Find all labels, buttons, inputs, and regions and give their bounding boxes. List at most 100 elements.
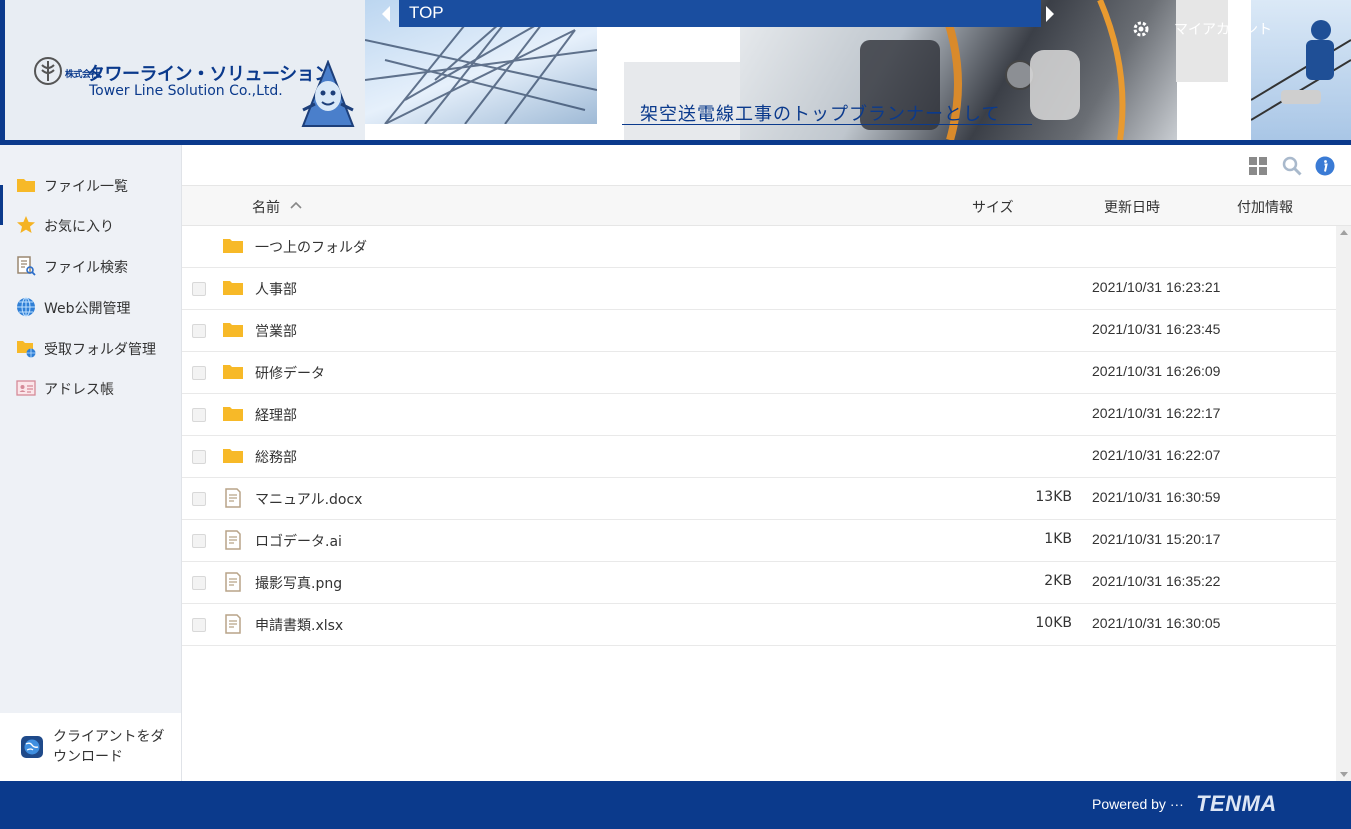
header-photo-grey-right — [1176, 0, 1228, 82]
sidebar-item-label: 受取フォルダ管理 — [44, 342, 156, 358]
sidebar-item-web-publish[interactable]: Web公開管理 — [0, 287, 181, 327]
file-date: 2021/10/31 16:23:45 — [1092, 321, 1221, 337]
file-date: 2021/10/31 16:23:21 — [1092, 279, 1221, 295]
file-size: 13KB — [1035, 489, 1072, 505]
info-icon[interactable] — [1315, 156, 1335, 176]
gear-icon[interactable] — [1132, 20, 1150, 38]
row-checkbox[interactable] — [192, 450, 206, 464]
sidebar-item-label: ファイル一覧 — [44, 179, 128, 195]
folder-icon — [17, 179, 35, 192]
grid-view-icon[interactable] — [1248, 156, 1268, 176]
toolbar — [182, 145, 1351, 186]
table-row[interactable]: 申請書類.xlsx 10KB 2021/10/31 16:30:05 — [182, 604, 1336, 646]
tenma-logo[interactable]: TENMA — [1196, 791, 1277, 817]
tagline-underline — [622, 124, 1032, 125]
row-checkbox[interactable] — [192, 534, 206, 548]
client-download-button[interactable]: クライアントをダウンロード — [0, 713, 181, 781]
file-date: 2021/10/31 16:22:17 — [1092, 405, 1221, 421]
sidebar-item-file-list[interactable]: ファイル一覧 — [0, 165, 181, 225]
file-size: 1KB — [1044, 531, 1072, 547]
row-checkbox[interactable] — [192, 324, 206, 338]
breadcrumb-forward-icon[interactable] — [1045, 5, 1059, 23]
folder-icon — [223, 323, 243, 337]
sidebar-item-file-search[interactable]: ファイル検索 — [0, 246, 181, 286]
file-name: 申請書類.xlsx — [255, 618, 344, 634]
column-header: 名前 サイズ 更新日時 付加情報 — [182, 186, 1351, 226]
vertical-scrollbar[interactable] — [1336, 226, 1351, 781]
folder-icon — [223, 365, 243, 379]
row-checkbox[interactable] — [192, 618, 206, 632]
column-date[interactable]: 更新日時 — [1104, 197, 1160, 217]
column-name[interactable]: 名前 — [252, 197, 280, 217]
globe-icon — [17, 297, 35, 317]
file-date: 2021/10/31 16:30:05 — [1092, 615, 1221, 631]
client-download-icon — [21, 736, 43, 758]
footer: Powered by ··· TENMA — [0, 781, 1351, 829]
file-name: 人事部 — [255, 282, 297, 298]
file-list: 一つ上のフォルダ 人事部 2021/10/31 16:23:21 営業部 202… — [182, 226, 1336, 781]
column-extra-info[interactable]: 付加情報 — [1237, 197, 1293, 217]
sidebar-item-label: Web公開管理 — [44, 301, 131, 317]
sidebar-item-address-book[interactable]: アドレス帳 — [0, 368, 181, 408]
file-name: 総務部 — [255, 450, 297, 466]
file-name: 研修データ — [255, 366, 325, 382]
search-icon[interactable] — [1282, 156, 1302, 176]
header-tagline: 架空送電線工事のトップブランナーとして — [640, 104, 1001, 125]
row-checkbox[interactable] — [192, 366, 206, 380]
table-row[interactable]: 営業部 2021/10/31 16:23:45 — [182, 310, 1336, 352]
sidebar-item-label: ファイル検索 — [44, 260, 128, 276]
sidebar-item-favorites[interactable]: お気に入り — [0, 205, 181, 245]
folder-icon — [223, 239, 243, 253]
table-row[interactable]: 研修データ 2021/10/31 16:26:09 — [182, 352, 1336, 394]
file-date: 2021/10/31 16:30:59 — [1092, 489, 1221, 505]
sort-ascending-icon[interactable] — [290, 199, 302, 211]
scroll-down-arrow-icon[interactable] — [1340, 772, 1348, 777]
folder-icon — [223, 449, 243, 463]
folder-globe-icon — [17, 341, 36, 358]
breadcrumb-title[interactable]: TOP — [409, 3, 444, 23]
logo-area[interactable]: 株式会社タワーライン・ソリューション Tower Line Solution C… — [5, 0, 365, 140]
row-checkbox[interactable] — [192, 576, 206, 590]
table-row[interactable]: 経理部 2021/10/31 16:22:17 — [182, 394, 1336, 436]
breadcrumb-bar[interactable]: TOP — [399, 0, 1041, 27]
main-content: 名前 サイズ 更新日時 付加情報 一つ上のフォルダ 人事部 2021/10/31… — [182, 145, 1351, 781]
mascot-icon — [301, 60, 355, 127]
breadcrumb-back-icon[interactable] — [381, 5, 395, 23]
sidebar: ファイル一覧 お気に入り ファイル検索 Web公開管理 受取フォルダ管理 アドレ… — [0, 145, 182, 781]
file-date: 2021/10/31 16:22:07 — [1092, 447, 1221, 463]
company-logo-icon — [34, 57, 62, 85]
row-checkbox[interactable] — [192, 408, 206, 422]
header: 株式会社タワーライン・ソリューション Tower Line Solution C… — [0, 0, 1351, 145]
document-icon — [225, 572, 241, 592]
file-date: 2021/10/31 16:26:09 — [1092, 363, 1221, 379]
document-icon — [225, 614, 241, 634]
file-size: 2KB — [1044, 573, 1072, 589]
table-row[interactable]: 撮影写真.png 2KB 2021/10/31 16:35:22 — [182, 562, 1336, 604]
table-row[interactable]: ロゴデータ.ai 1KB 2021/10/31 15:20:17 — [182, 520, 1336, 562]
row-checkbox[interactable] — [192, 282, 206, 296]
table-row[interactable]: 総務部 2021/10/31 16:22:07 — [182, 436, 1336, 478]
sidebar-item-label: お気に入り — [44, 219, 114, 235]
file-name: 経理部 — [255, 408, 297, 424]
row-checkbox[interactable] — [192, 492, 206, 506]
company-name-en: Tower Line Solution Co.,Ltd. — [89, 83, 283, 99]
folder-icon — [223, 407, 243, 421]
address-card-icon — [16, 380, 36, 396]
sidebar-item-receive-folder[interactable]: 受取フォルダ管理 — [0, 328, 181, 368]
column-size[interactable]: サイズ — [972, 197, 1014, 217]
table-row[interactable]: 人事部 2021/10/31 16:23:21 — [182, 268, 1336, 310]
table-row[interactable]: マニュアル.docx 13KB 2021/10/31 16:30:59 — [182, 478, 1336, 520]
file-name: 一つ上のフォルダ — [255, 240, 367, 256]
parent-folder-row[interactable]: 一つ上のフォルダ — [182, 226, 1336, 268]
file-date: 2021/10/31 16:35:22 — [1092, 573, 1221, 589]
my-account-link[interactable]: マイアカウント — [1174, 19, 1272, 39]
document-icon — [225, 530, 241, 550]
file-date: 2021/10/31 15:20:17 — [1092, 531, 1221, 547]
file-size: 10KB — [1035, 615, 1072, 631]
file-name: マニュアル.docx — [255, 492, 363, 508]
file-name: 営業部 — [255, 324, 297, 340]
document-icon — [225, 488, 241, 508]
scroll-up-arrow-icon[interactable] — [1340, 230, 1348, 235]
file-name: ロゴデータ.ai — [255, 534, 342, 550]
folder-icon — [223, 281, 243, 295]
